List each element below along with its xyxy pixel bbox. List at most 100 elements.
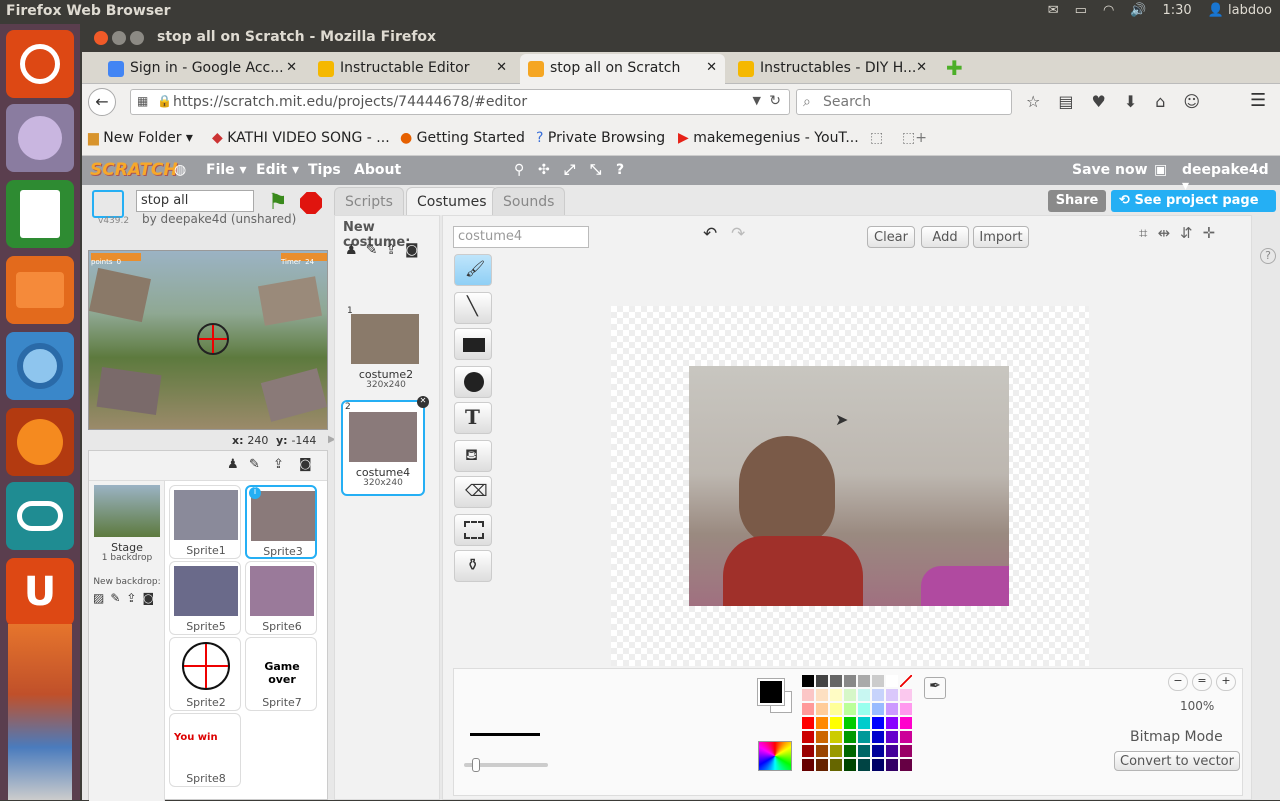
ellipse-tool[interactable] xyxy=(454,366,492,398)
flip-horizontal-icon[interactable]: ⇹ xyxy=(1157,224,1170,242)
palette-swatch[interactable] xyxy=(872,745,884,757)
transparent-swatch[interactable] xyxy=(900,675,912,687)
my-stuff-icon[interactable]: ▣ xyxy=(1154,162,1167,178)
share-button[interactable]: Share xyxy=(1048,190,1106,212)
project-title-input[interactable]: stop all xyxy=(136,190,254,212)
stop-sign-icon[interactable] xyxy=(300,192,322,214)
language-globe-icon[interactable]: ◍ xyxy=(174,162,186,178)
delete-tool-icon[interactable]: ✣ xyxy=(538,162,550,178)
save-now-link[interactable]: Save now xyxy=(1072,162,1148,178)
palette-swatch[interactable] xyxy=(900,759,912,771)
palette-swatch[interactable] xyxy=(844,689,856,701)
green-flag-icon[interactable]: ⚑ xyxy=(268,190,288,215)
palette-swatch[interactable] xyxy=(858,731,870,743)
stage-sprite-photo[interactable] xyxy=(89,267,151,323)
close-tab-icon[interactable]: ✕ xyxy=(286,60,297,75)
upload-backdrop-icon[interactable]: ⇪ xyxy=(126,591,136,605)
fill-tool[interactable]: ⛾ xyxy=(454,440,492,472)
palette-swatch[interactable] xyxy=(816,731,828,743)
sprite-tile[interactable]: Sprite6 xyxy=(245,561,317,635)
tab-scratch-active[interactable]: stop all on Scratch ✕ xyxy=(520,54,725,84)
backdrop-library-icon[interactable]: ▨ xyxy=(93,591,104,605)
select-tool[interactable] xyxy=(454,514,492,546)
palette-swatch[interactable] xyxy=(858,745,870,757)
duplicate-tool-icon[interactable]: ⚲ xyxy=(514,162,524,178)
palette-swatch[interactable] xyxy=(844,745,856,757)
hamburger-menu-icon[interactable]: ☰ xyxy=(1250,90,1266,111)
palette-swatch[interactable] xyxy=(886,731,898,743)
palette-swatch[interactable] xyxy=(872,717,884,729)
palette-swatch[interactable] xyxy=(844,675,856,687)
add-button[interactable]: Add xyxy=(921,226,969,248)
files-icon[interactable] xyxy=(6,256,74,324)
close-tab-icon[interactable]: ✕ xyxy=(916,60,927,75)
bookmark-makemegenius[interactable]: ▶ makemegenius - YouT... xyxy=(678,130,859,146)
chat-icon[interactable]: ☺ xyxy=(1183,92,1200,111)
palette-swatch[interactable] xyxy=(886,717,898,729)
palette-swatch[interactable] xyxy=(872,689,884,701)
stamp-tool[interactable]: ⚱ xyxy=(454,550,492,582)
palette-swatch[interactable] xyxy=(858,717,870,729)
paint-costume-icon[interactable]: ✎ xyxy=(366,242,378,258)
tab-costumes[interactable]: Costumes xyxy=(406,187,498,215)
palette-swatch[interactable] xyxy=(830,717,842,729)
edit-menu[interactable]: Edit ▾ xyxy=(256,162,299,178)
palette-swatch[interactable] xyxy=(858,689,870,701)
chromium-icon[interactable] xyxy=(6,332,74,400)
add-bookmark-icon[interactable]: ⬚+ xyxy=(902,130,927,146)
shrink-tool-icon[interactable]: ⤡ xyxy=(590,162,601,178)
maximize-window-icon[interactable] xyxy=(130,31,144,45)
stage-thumbnail[interactable] xyxy=(94,485,160,537)
software-center-icon[interactable]: U xyxy=(6,558,74,626)
wifi-icon[interactable]: ◠ xyxy=(1103,3,1114,18)
palette-swatch[interactable] xyxy=(886,675,898,687)
costume-name-input[interactable]: costume4 xyxy=(453,226,589,248)
minimize-window-icon[interactable] xyxy=(112,31,126,45)
palette-swatch[interactable] xyxy=(816,759,828,771)
camera-costume-icon[interactable]: ◙ xyxy=(405,242,419,258)
palette-swatch[interactable] xyxy=(816,745,828,757)
camera-backdrop-icon[interactable]: ◙ xyxy=(142,591,154,605)
back-button[interactable]: ← xyxy=(88,88,116,116)
palette-swatch[interactable] xyxy=(858,703,870,715)
palette-swatch[interactable] xyxy=(886,759,898,771)
sprite-library-icon[interactable]: ♟ xyxy=(227,457,239,472)
reload-icon[interactable]: ↻ xyxy=(769,93,781,109)
palette-swatch[interactable] xyxy=(802,675,814,687)
palette-swatch[interactable] xyxy=(872,703,884,715)
convert-to-vector-button[interactable]: Convert to vector xyxy=(1114,751,1240,771)
upload-costume-icon[interactable]: ⇪ xyxy=(385,242,397,258)
palette-swatch[interactable] xyxy=(900,717,912,729)
firefox-icon[interactable] xyxy=(6,408,74,476)
clock[interactable]: 1:30 xyxy=(1162,3,1191,18)
about-menu[interactable]: About xyxy=(354,162,401,178)
palette-swatch[interactable] xyxy=(886,703,898,715)
stage-sprite-photo[interactable] xyxy=(260,368,327,422)
crosshair-sprite-icon[interactable] xyxy=(197,323,229,355)
scratch-logo[interactable]: SCRATCH xyxy=(90,160,178,180)
url-dropdown-icon[interactable]: ▼ xyxy=(753,94,761,107)
camera-sprite-icon[interactable]: ◙ xyxy=(299,457,312,472)
user-menu[interactable]: 👤 labdoo xyxy=(1208,3,1272,18)
primary-color[interactable] xyxy=(757,678,785,706)
palette-swatch[interactable] xyxy=(802,745,814,757)
sprite-tile-selected[interactable]: Sprite3 i xyxy=(245,485,317,559)
see-project-page-button[interactable]: ⟲ See project page xyxy=(1111,190,1276,212)
file-menu[interactable]: File ▾ xyxy=(206,162,247,178)
help-tool-icon[interactable]: ? xyxy=(616,162,624,178)
costume-tile[interactable]: 1 costume2 320x240 xyxy=(345,306,427,396)
brush-tool[interactable]: 🖌 xyxy=(454,254,492,286)
sprite-info-icon[interactable]: i xyxy=(249,487,261,499)
arduino-icon[interactable] xyxy=(6,482,74,550)
url-bar[interactable]: ▦ 🔒 https://scratch.mit.edu/projects/744… xyxy=(130,89,790,115)
palette-swatch[interactable] xyxy=(802,759,814,771)
grow-tool-icon[interactable]: ⤢ xyxy=(564,162,575,178)
tab-instructables-diy[interactable]: Instructables - DIY H... ✕ xyxy=(730,54,935,84)
palette-swatch[interactable] xyxy=(844,759,856,771)
search-input[interactable]: ⌕ Search xyxy=(796,89,1012,115)
reading-list-icon[interactable]: ▤ xyxy=(1058,92,1073,111)
page-info-icon[interactable]: ▦ xyxy=(137,94,148,108)
palette-swatch[interactable] xyxy=(844,731,856,743)
palette-swatch[interactable] xyxy=(802,689,814,701)
brush-size-slider[interactable] xyxy=(464,758,548,772)
